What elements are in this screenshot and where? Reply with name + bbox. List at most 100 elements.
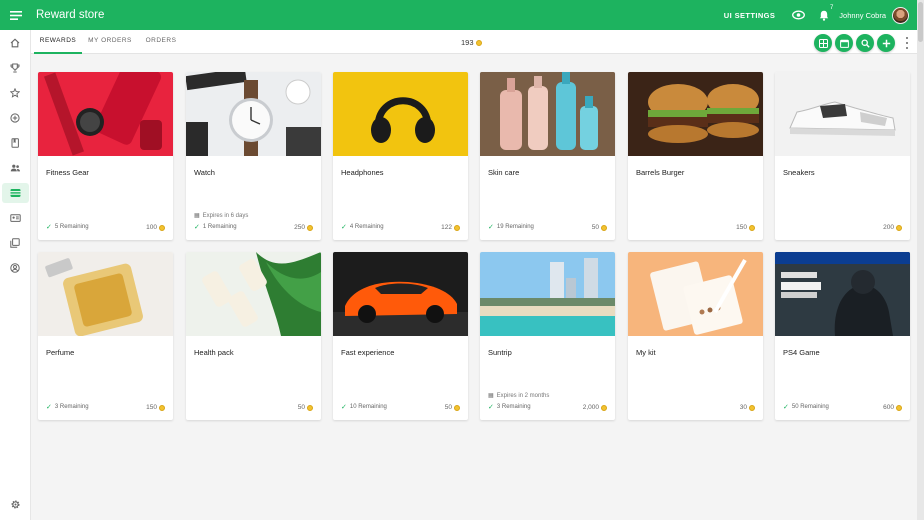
reward-card-my-kit[interactable]: My kit 30 bbox=[628, 252, 763, 420]
grid-view-button[interactable] bbox=[814, 34, 832, 52]
reward-card-sneakers[interactable]: Sneakers 200 bbox=[775, 72, 910, 240]
page-scrollbar[interactable] bbox=[917, 0, 924, 520]
check-icon: ✓ bbox=[341, 224, 347, 231]
reward-remaining: ✓ 1 Remaining bbox=[194, 224, 237, 231]
sidebar-item-reward-store[interactable] bbox=[2, 183, 29, 203]
reward-remaining: ✓ 3 Remaining bbox=[488, 404, 531, 411]
home-icon bbox=[10, 38, 20, 48]
reward-remaining: ✓ 3 Remaining bbox=[46, 404, 89, 411]
user-name[interactable]: Johnny Cobra bbox=[839, 11, 886, 20]
reward-remaining: ✓ 5 Remaining bbox=[46, 224, 89, 231]
coin-icon bbox=[601, 224, 607, 231]
reward-price: 200 bbox=[883, 224, 902, 231]
notification-count: 7 bbox=[829, 4, 834, 11]
fitness-gear-image bbox=[38, 72, 173, 156]
notifications-bell-icon[interactable]: 7 bbox=[819, 5, 833, 21]
reward-title: Headphones bbox=[341, 168, 384, 177]
reward-card-health-pack[interactable]: Health pack 50 bbox=[186, 252, 321, 420]
star-icon bbox=[10, 88, 20, 98]
reward-remaining: ✓ 19 Remaining bbox=[488, 224, 534, 231]
ui-settings-button[interactable]: UI SETTINGS bbox=[724, 11, 776, 20]
sidebar-item-id-card[interactable] bbox=[4, 208, 26, 228]
reward-title: My kit bbox=[636, 348, 656, 357]
sidebar-item-add[interactable] bbox=[4, 108, 26, 128]
reward-title: Skin care bbox=[488, 168, 520, 177]
add-icon bbox=[882, 39, 890, 47]
reward-price: 2,000 bbox=[583, 404, 607, 411]
reward-price: 250 bbox=[294, 224, 313, 231]
coin-icon bbox=[454, 224, 460, 231]
tab-my-orders[interactable]: MY ORDERS bbox=[86, 30, 134, 54]
eye-icon[interactable] bbox=[792, 10, 806, 20]
store-icon bbox=[10, 189, 21, 197]
reward-title: Barrels Burger bbox=[636, 168, 685, 177]
sidebar-item-favorites[interactable] bbox=[4, 83, 26, 103]
sidebar-item-gallery[interactable] bbox=[4, 233, 26, 253]
check-icon: ✓ bbox=[488, 224, 494, 231]
reward-card-skin-care[interactable]: Skin care ✓ 19 Remaining 50 bbox=[480, 72, 615, 240]
reward-price: 50 bbox=[298, 404, 313, 411]
reward-remaining: ✓ 4 Remaining bbox=[341, 224, 384, 231]
calendar-icon bbox=[839, 39, 849, 48]
people-icon bbox=[10, 164, 20, 172]
sidebar-item-home[interactable] bbox=[4, 33, 26, 53]
check-icon: ✓ bbox=[341, 404, 347, 411]
search-button[interactable] bbox=[856, 34, 874, 52]
sidebar-item-account[interactable] bbox=[4, 258, 26, 278]
reward-card-fast-experience[interactable]: Fast experience ✓ 10 Remaining 50 bbox=[333, 252, 468, 420]
check-icon: ✓ bbox=[194, 224, 200, 231]
reward-title: Perfume bbox=[46, 348, 75, 357]
reward-title: Watch bbox=[194, 168, 215, 177]
coin-icon bbox=[454, 404, 460, 411]
tab-orders[interactable]: ORDERS bbox=[141, 30, 181, 54]
coin-icon bbox=[159, 224, 165, 231]
sneakers-image bbox=[775, 72, 910, 156]
check-icon: ✓ bbox=[46, 224, 52, 231]
search-icon bbox=[860, 38, 870, 48]
reward-price: 50 bbox=[592, 224, 607, 231]
reward-expires: ▦ Expires in 2 months bbox=[488, 392, 550, 400]
coin-icon bbox=[749, 224, 755, 231]
ps4-game-image bbox=[775, 252, 910, 336]
calendar-button[interactable] bbox=[835, 34, 853, 52]
menu-icon[interactable] bbox=[0, 0, 31, 30]
plus-circle-icon bbox=[10, 113, 20, 123]
sidebar-item-settings[interactable] bbox=[4, 494, 26, 514]
reward-card-headphones[interactable]: Headphones ✓ 4 Remaining 122 bbox=[333, 72, 468, 240]
sidebar-item-trophy[interactable] bbox=[4, 58, 26, 78]
add-button[interactable] bbox=[877, 34, 895, 52]
suntrip-image bbox=[480, 252, 615, 336]
reward-price: 50 bbox=[445, 404, 460, 411]
coin-icon bbox=[896, 224, 902, 231]
reward-price: 122 bbox=[441, 224, 460, 231]
coin-icon bbox=[896, 404, 902, 411]
check-icon: ✓ bbox=[488, 404, 494, 411]
reward-price: 600 bbox=[883, 404, 902, 411]
reward-card-barrels-burger[interactable]: Barrels Burger 150 bbox=[628, 72, 763, 240]
headphones-image bbox=[333, 72, 468, 156]
reward-card-suntrip[interactable]: Suntrip ▦ Expires in 2 months ✓ 3 Remainin… bbox=[480, 252, 615, 420]
reward-title: PS4 Game bbox=[783, 348, 820, 357]
id-card-icon bbox=[9, 214, 21, 222]
reward-price: 150 bbox=[736, 224, 755, 231]
reward-card-watch[interactable]: Watch ▦ Expires in 6 days ✓ 1 Remaining 25… bbox=[186, 72, 321, 240]
tabs-bar: REWARDS MY ORDERS ORDERS 193 bbox=[31, 30, 917, 54]
reward-title: Fast experience bbox=[341, 348, 395, 357]
reward-card-fitness-gear[interactable]: Fitness Gear ✓ 5 Remaining 100 bbox=[38, 72, 173, 240]
avatar[interactable] bbox=[892, 6, 909, 24]
reward-card-ps4-game[interactable]: PS4 Game ✓ 50 Remaining 600 bbox=[775, 252, 910, 420]
sidebar-item-book[interactable] bbox=[4, 133, 26, 153]
calendar-small-icon: ▦ bbox=[488, 393, 494, 399]
calendar-small-icon: ▦ bbox=[194, 213, 200, 219]
coin-icon bbox=[307, 404, 313, 411]
reward-title: Fitness Gear bbox=[46, 168, 89, 177]
reward-title: Health pack bbox=[194, 348, 234, 357]
more-options-icon[interactable] bbox=[903, 36, 911, 50]
sidebar-item-people[interactable] bbox=[4, 158, 26, 178]
tab-rewards[interactable]: REWARDS bbox=[34, 30, 82, 54]
reward-card-perfume[interactable]: Perfume ✓ 3 Remaining 150 bbox=[38, 252, 173, 420]
reward-title: Sneakers bbox=[783, 168, 815, 177]
points-balance-value: 193 bbox=[461, 38, 474, 47]
check-icon: ✓ bbox=[46, 404, 52, 411]
reward-remaining: ✓ 50 Remaining bbox=[783, 404, 829, 411]
